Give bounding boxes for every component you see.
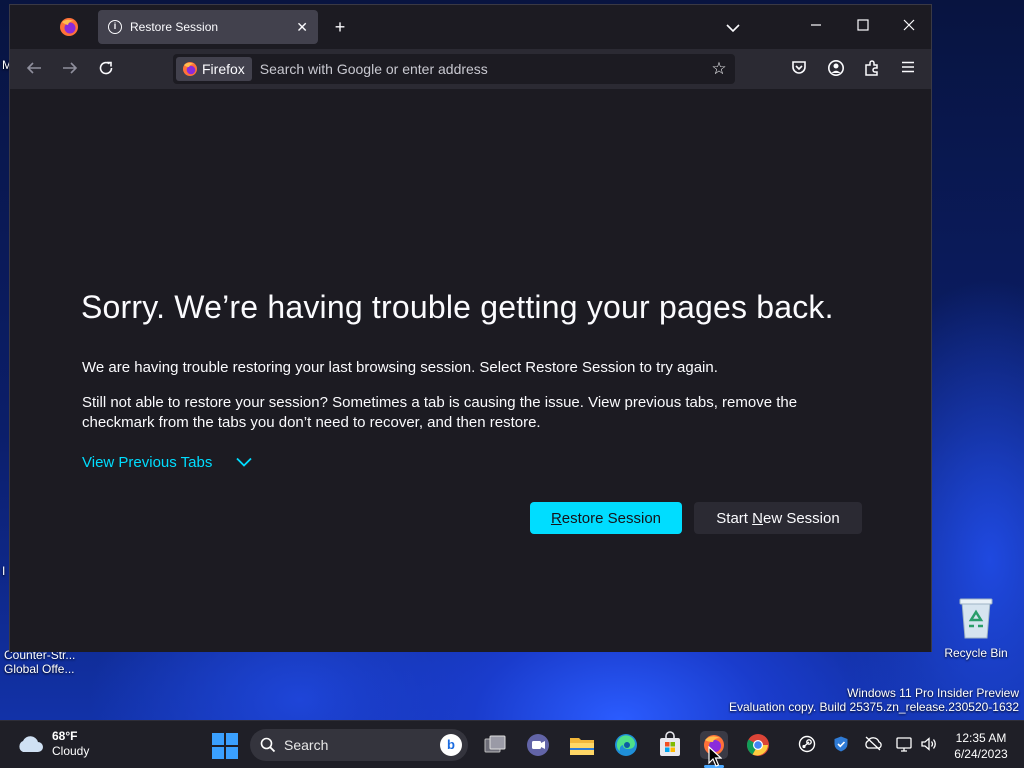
weather-condition: Cloudy [52, 744, 90, 758]
restore-label-rest: estore Session [561, 509, 662, 527]
windows-start-icon[interactable] [212, 733, 238, 759]
onedrive-cloud-icon[interactable] [863, 735, 883, 755]
search-label: Search [284, 737, 329, 753]
watermark-line2: Evaluation copy. Build 25375.zn_release.… [729, 700, 1019, 714]
restore-session-button[interactable]: Restore Session [530, 502, 682, 534]
view-previous-tabs-toggle[interactable]: View Previous Tabs [82, 454, 252, 471]
list-all-tabs-button[interactable] [723, 17, 743, 37]
start-new-session-button[interactable]: Start New Session [694, 502, 862, 534]
tab-restore-session[interactable]: i Restore Session ✕ [98, 10, 318, 44]
description-2: Still not able to restore your session? … [82, 394, 798, 431]
new-tab-button[interactable]: + [330, 17, 350, 37]
cs-label-line2: Global Offe... [4, 662, 75, 676]
microsoft-store-icon[interactable] [656, 731, 684, 759]
desktop-icon-fragment: I [2, 564, 6, 578]
new-session-accesskey: N [752, 509, 763, 527]
clock-time: 12:35 AM [955, 731, 1007, 745]
firefox-logo-icon [183, 62, 197, 76]
forward-arrow-icon[interactable] [60, 59, 80, 79]
url-bar[interactable]: Firefox ☆ [173, 54, 735, 84]
clock-date: 6/24/2023 [954, 747, 1008, 761]
new-session-pre: Start [716, 509, 753, 527]
chevron-down-icon [236, 454, 252, 471]
description-1: We are having trouble restoring your las… [82, 359, 718, 376]
firefox-window: i Restore Session ✕ + Firefox Search wit… [9, 4, 932, 652]
edge-browser-icon[interactable] [612, 731, 640, 759]
volume-icon[interactable] [919, 735, 939, 755]
back-arrow-icon[interactable] [24, 59, 44, 79]
restore-session-page: Sorry. We’re having trouble getting your… [10, 89, 931, 652]
identity-label: Firefox [202, 61, 245, 77]
page-title: Sorry. We’re having trouble getting your… [81, 289, 834, 325]
minimize-button[interactable] [805, 15, 827, 35]
tab-close-icon[interactable]: ✕ [296, 19, 308, 36]
hamburger-menu-icon[interactable] [898, 59, 918, 79]
extensions-puzzle-icon[interactable] [862, 59, 882, 79]
tab-bar: i Restore Session ✕ + [10, 5, 931, 49]
teams-chat-icon[interactable] [524, 731, 552, 759]
file-explorer-icon[interactable] [568, 731, 596, 759]
firefox-view-icon[interactable] [59, 17, 79, 37]
navigation-toolbar: Firefox ☆ [10, 49, 931, 89]
close-window-button[interactable] [898, 15, 920, 35]
taskbar-search[interactable]: Search b [250, 729, 468, 761]
system-clock[interactable]: 12:35 AM 6/24/2023 [946, 730, 1016, 762]
counter-strike-shortcut[interactable]: Counter-Str... Global Offe... [0, 648, 78, 676]
restore-accesskey: R [550, 509, 562, 527]
mouse-pointer-icon [708, 745, 723, 768]
network-icon[interactable] [894, 735, 914, 755]
weather-widget[interactable]: 68°F Cloudy [16, 729, 89, 759]
taskbar: 68°F Cloudy Search b 12:35 AM 6/24/2023 [0, 720, 1024, 768]
cloud-icon [19, 736, 43, 752]
recycle-bin-label: Recycle Bin [944, 646, 1008, 660]
windows-watermark: Windows 11 Pro Insider Preview Evaluatio… [729, 686, 1019, 714]
pocket-icon[interactable] [789, 59, 809, 79]
task-view-icon[interactable] [481, 731, 509, 759]
new-session-post: ew Session [762, 509, 840, 527]
watermark-line1: Windows 11 Pro Insider Preview [847, 686, 1019, 700]
defender-shield-icon[interactable] [831, 735, 851, 755]
identity-box[interactable]: Firefox [176, 57, 252, 81]
chrome-icon[interactable] [744, 731, 772, 759]
address-input[interactable] [251, 55, 709, 83]
info-icon: i [108, 20, 122, 34]
recycle-bin-image [956, 596, 996, 640]
recycle-bin-icon[interactable]: Recycle Bin [940, 596, 1012, 660]
reload-icon[interactable] [96, 59, 116, 79]
view-previous-tabs-label: View Previous Tabs [82, 454, 213, 471]
bookmark-star-icon[interactable]: ☆ [709, 59, 729, 79]
tab-title: Restore Session [130, 20, 219, 34]
search-icon [260, 737, 276, 753]
bing-icon[interactable]: b [440, 734, 462, 756]
weather-temp: 68°F [52, 729, 78, 743]
account-icon[interactable] [826, 59, 846, 79]
maximize-button[interactable] [852, 15, 874, 35]
steam-tray-icon[interactable] [797, 735, 817, 755]
